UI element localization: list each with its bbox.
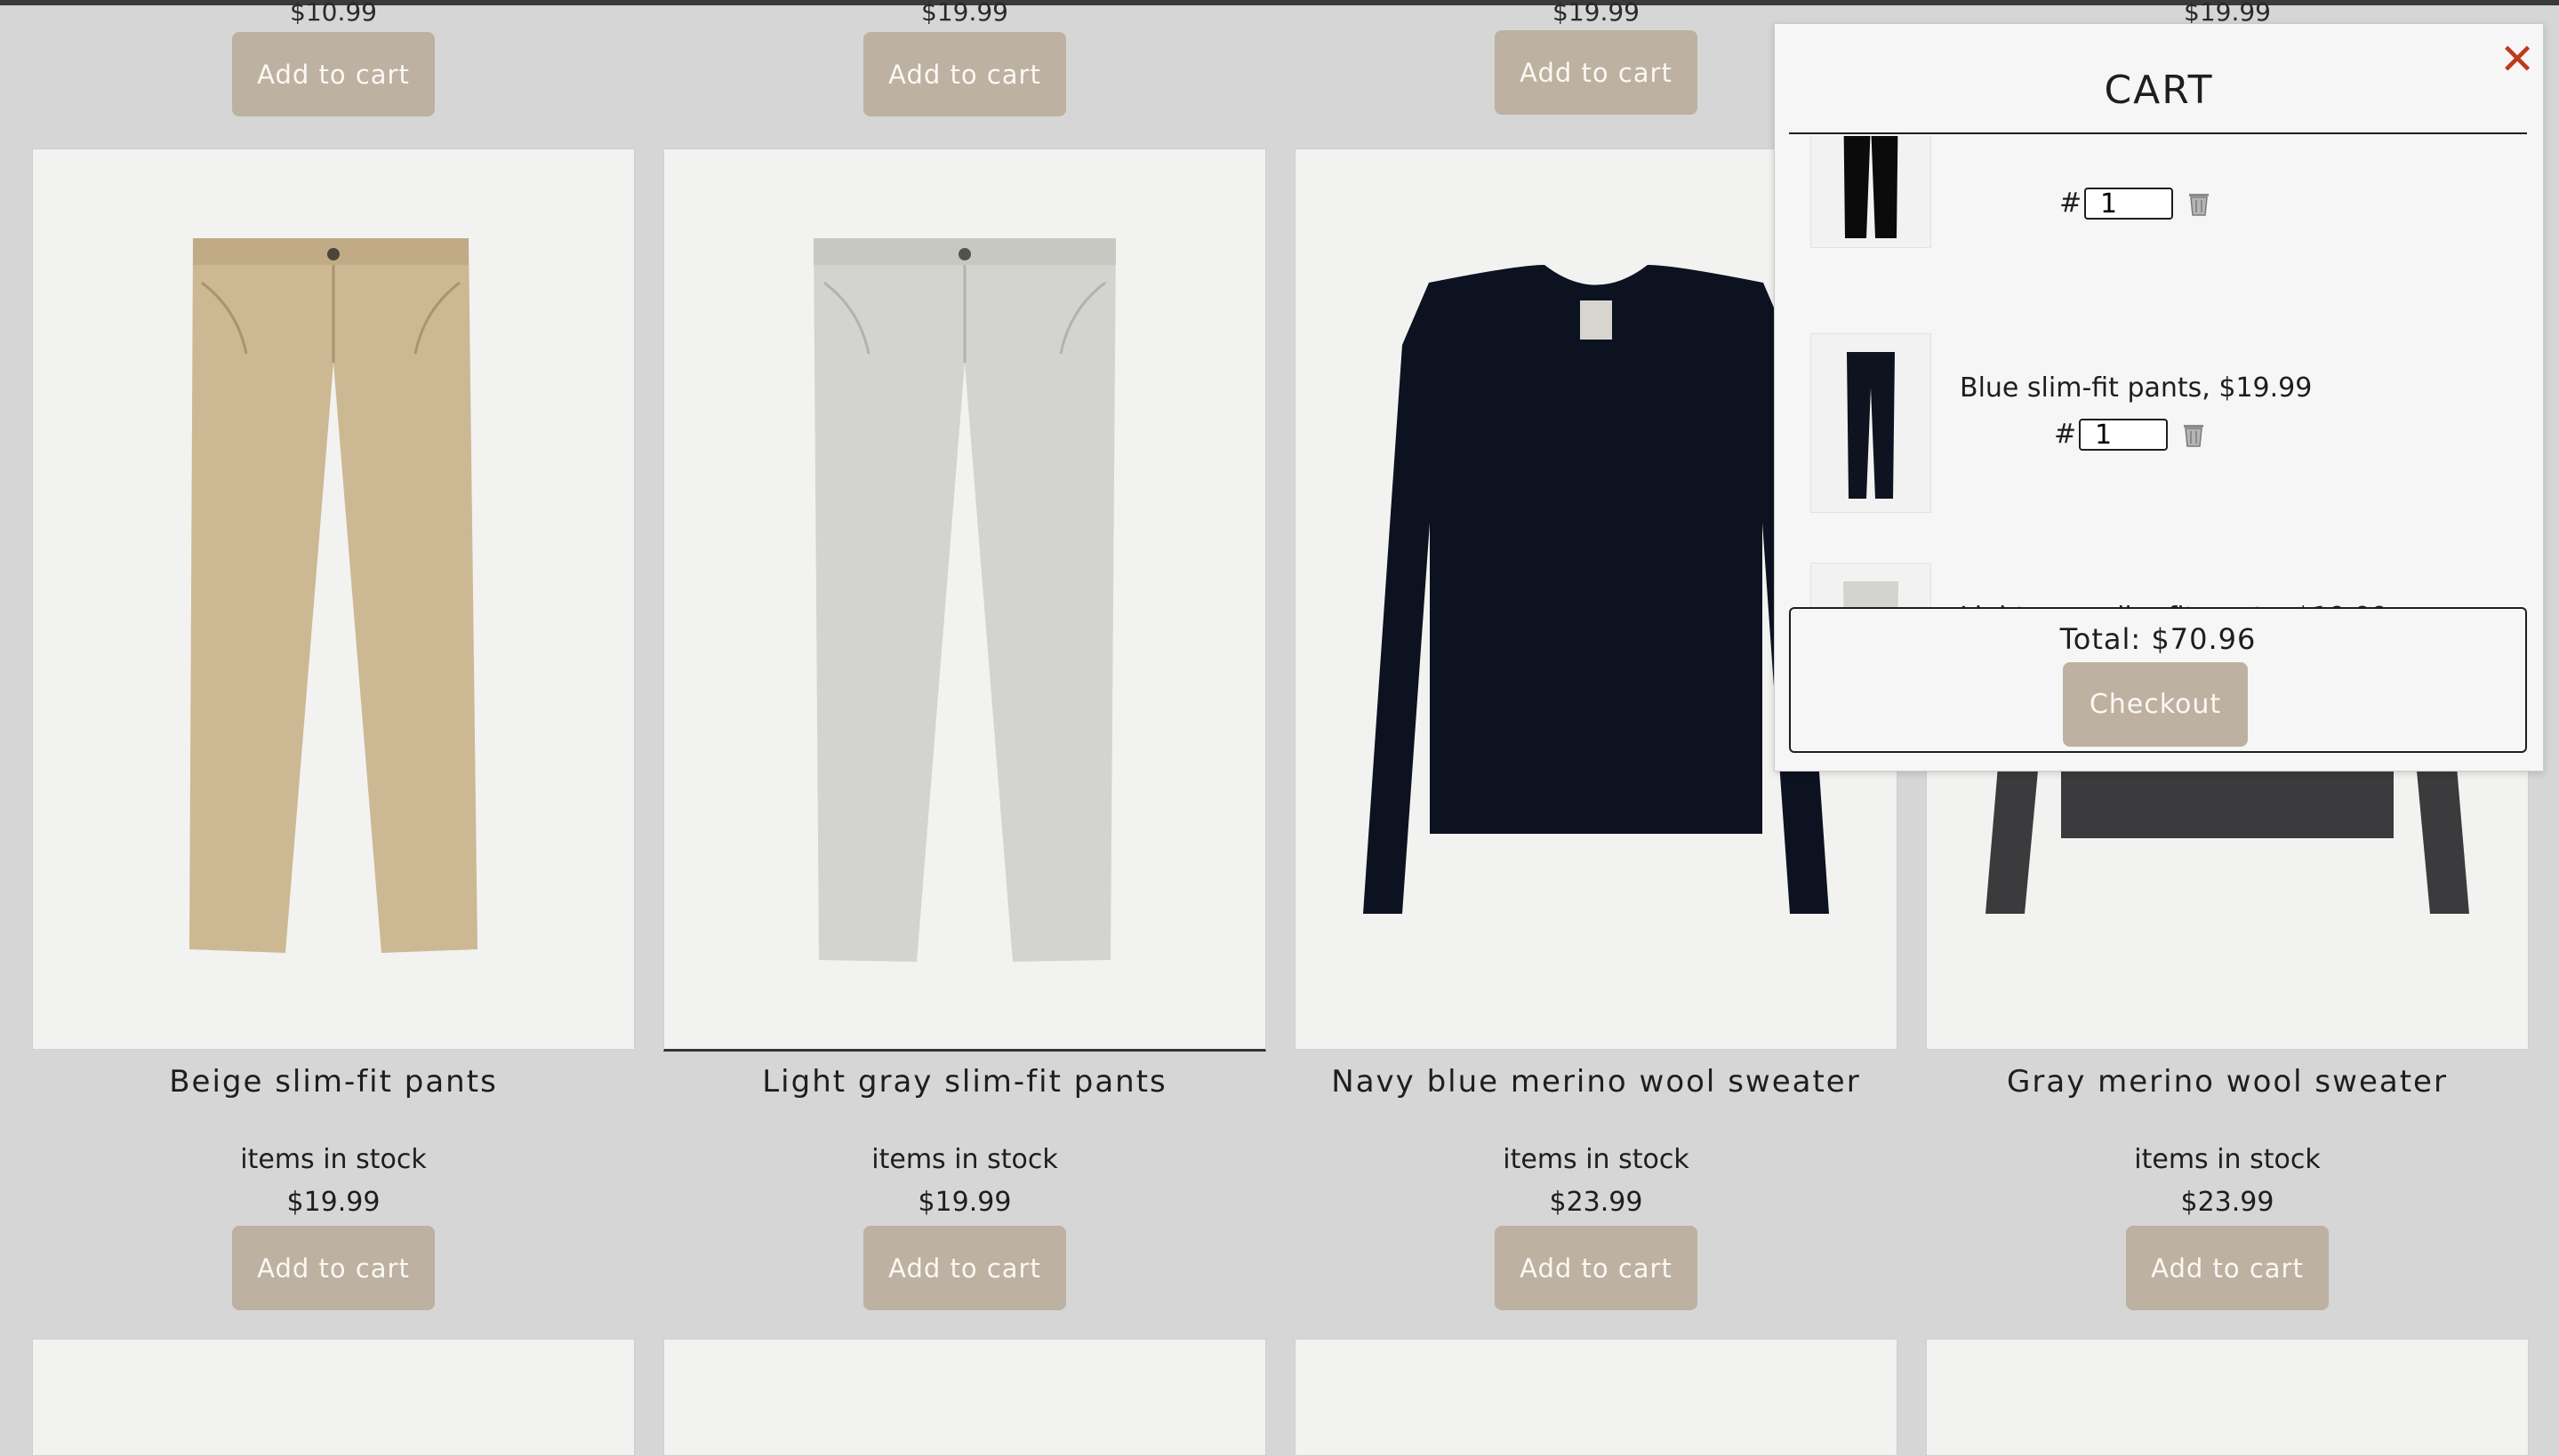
product-name: Beige slim-fit pants <box>169 1064 498 1100</box>
product-name: Navy blue merino wool sweater <box>1331 1064 1861 1100</box>
product-image[interactable] <box>1295 1339 1897 1456</box>
pants-image <box>1843 136 1898 238</box>
quantity-label: # <box>2054 419 2077 450</box>
stock-status: items in stock <box>871 1144 1058 1175</box>
quantity-input[interactable] <box>2079 419 2168 451</box>
pants-image <box>189 238 477 953</box>
add-to-cart-button[interactable]: Add to cart <box>863 32 1066 116</box>
product-image[interactable] <box>663 1339 1266 1456</box>
cart-total: Total: $70.96 <box>2059 622 2257 656</box>
product-price: $19.99 <box>2184 0 2271 27</box>
product-image-light-gray-pants[interactable] <box>663 148 1266 1052</box>
checkout-button[interactable]: Checkout <box>2063 662 2248 747</box>
product-image-beige-pants[interactable] <box>32 148 635 1050</box>
trash-icon[interactable] <box>2184 188 2214 218</box>
product-card: $10.99 Add to cart <box>32 0 635 124</box>
product-card: $19.99 Add to cart <box>663 0 1266 124</box>
product-price: $19.99 <box>918 1187 1012 1218</box>
product-price: $19.99 <box>1552 0 1640 27</box>
product-image[interactable] <box>32 1339 635 1456</box>
quantity-input[interactable] <box>2084 188 2173 220</box>
pants-image <box>814 238 1116 962</box>
cart-item-thumbnail <box>1810 333 1931 513</box>
cart-panel: ✕ CART # Blue slim-fit pants, $19.99 # <box>1774 23 2544 772</box>
cart-footer: Total: $70.96 Checkout <box>1789 607 2527 753</box>
divider <box>1789 132 2527 134</box>
product-price: $10.99 <box>290 0 377 27</box>
cart-title: CART <box>2104 68 2214 113</box>
stock-status: items in stock <box>2134 1144 2321 1175</box>
add-to-cart-button[interactable]: Add to cart <box>1495 30 1697 115</box>
add-to-cart-button[interactable]: Add to cart <box>2126 1226 2329 1310</box>
quantity-label: # <box>2059 188 2082 219</box>
product-price: $19.99 <box>921 0 1008 27</box>
cart-item-label: Blue slim-fit pants, $19.99 <box>1960 372 2313 404</box>
product-price: $19.99 <box>286 1187 381 1218</box>
cart-item-list[interactable]: # Blue slim-fit pants, $19.99 # <box>1775 136 2543 630</box>
add-to-cart-button[interactable]: Add to cart <box>232 32 435 116</box>
product-price: $23.99 <box>2180 1187 2274 1218</box>
stock-status: items in stock <box>240 1144 427 1175</box>
product-name: Gray merino wool sweater <box>2007 1064 2448 1100</box>
product-name: Light gray slim-fit pants <box>762 1064 1167 1100</box>
add-to-cart-button[interactable]: Add to cart <box>1495 1226 1697 1310</box>
cart-item-thumbnail <box>1810 136 1931 248</box>
trash-icon[interactable] <box>2178 419 2209 449</box>
pants-image <box>1847 352 1895 499</box>
add-to-cart-button[interactable]: Add to cart <box>863 1226 1066 1310</box>
add-to-cart-button[interactable]: Add to cart <box>232 1226 435 1310</box>
product-image[interactable] <box>1926 1339 2529 1456</box>
product-price: $23.99 <box>1549 1187 1643 1218</box>
stock-status: items in stock <box>1503 1144 1689 1175</box>
